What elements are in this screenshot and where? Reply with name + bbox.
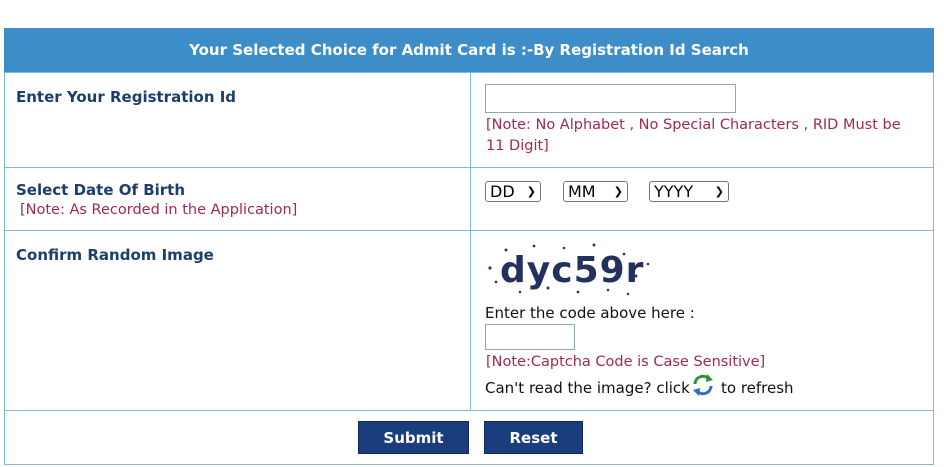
column-divider [470,72,471,410]
captcha-input[interactable] [485,324,575,350]
chevron-down-icon: ❯ [714,185,724,198]
captcha-label: Confirm Random Image [16,246,214,264]
chevron-down-icon: ❯ [526,185,536,198]
chevron-down-icon: ❯ [613,185,623,198]
year-select-value: YYYY [654,182,694,201]
refresh-text-suffix: to refresh [721,379,794,397]
captcha-text: dyc59r [500,250,644,291]
refresh-text-prefix: Can't read the image? click [485,379,690,397]
reset-button[interactable]: Reset [484,421,583,454]
submit-button[interactable]: Submit [358,421,469,454]
page-title: Your Selected Choice for Admit Card is :… [4,28,934,72]
registration-id-input[interactable] [485,84,736,113]
day-select[interactable]: DD ❯ [485,181,541,202]
actions-row [4,410,934,465]
month-select[interactable]: MM ❯ [563,181,628,202]
captcha-note: [Note:Captcha Code is Case Sensitive] [486,354,766,370]
captcha-prompt: Enter the code above here : [485,304,695,322]
day-select-value: DD [490,182,515,201]
captcha-image: dyc59r [488,243,650,296]
dob-label: Select Date Of Birth [16,181,186,199]
year-select[interactable]: YYYY ❯ [649,181,729,202]
dob-note: [Note: As Recorded in the Application] [20,202,298,218]
refresh-icon[interactable] [691,373,715,397]
registration-label: Enter Your Registration Id [16,88,237,106]
registration-note: [Note: No Alphabet , No Special Characte… [486,117,901,154]
month-select-value: MM [568,182,596,201]
